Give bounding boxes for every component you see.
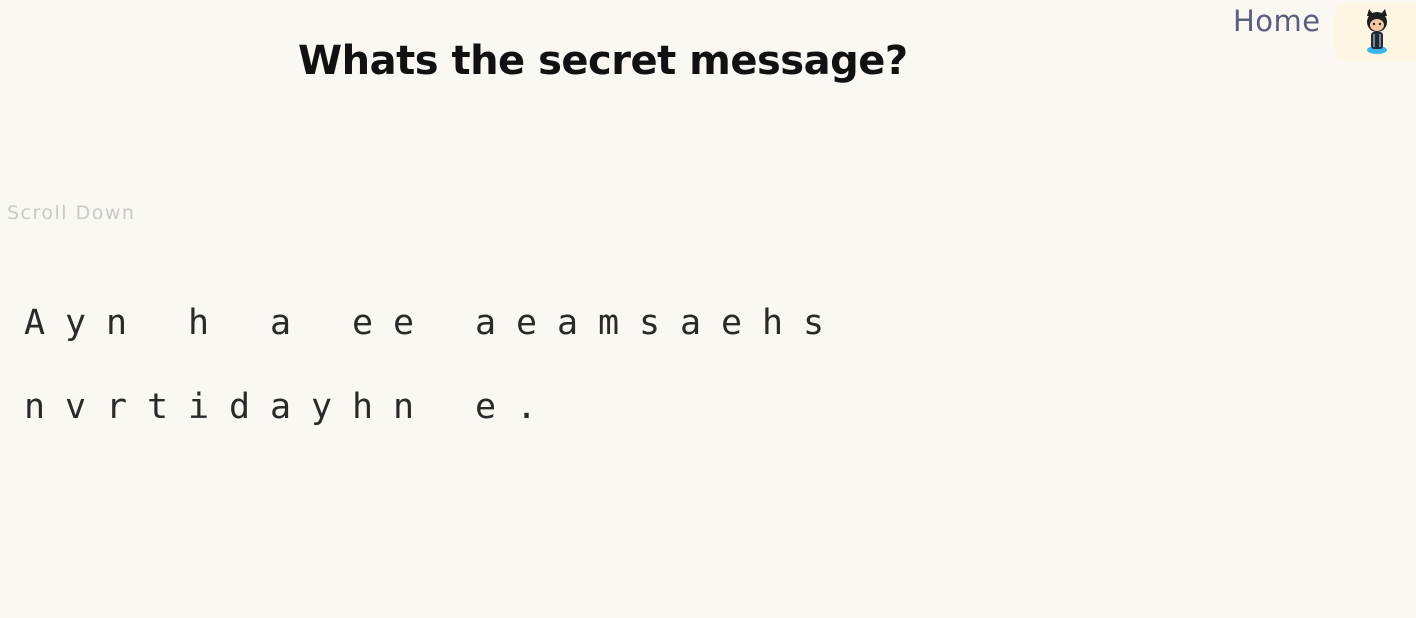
message-letter [301, 296, 342, 350]
message-letter: a [474, 303, 497, 343]
message-letter: A [23, 303, 46, 343]
message-letter [424, 380, 465, 434]
message-letter [137, 296, 178, 350]
scroll-down-hint: Scroll Down [7, 202, 136, 224]
message-letter: n [392, 387, 415, 427]
message-letter: a [269, 303, 292, 343]
octocat-icon [1367, 9, 1387, 54]
message-letter: n [23, 387, 46, 427]
github-octocat-link[interactable] [1334, 3, 1416, 61]
message-letter [219, 296, 260, 350]
message-letter: e [351, 303, 374, 343]
message-letter: e [515, 303, 538, 343]
message-letter: s [802, 303, 825, 343]
message-letter: m [597, 303, 620, 343]
message-letter: y [310, 387, 333, 427]
message-letter: t [146, 387, 169, 427]
secret-message-grid: Aynhaeeaeamsaehsnvrtidayhne. [14, 296, 854, 464]
message-letter [424, 296, 465, 350]
message-letter: e [474, 387, 497, 427]
message-letter: v [64, 387, 87, 427]
message-letter: y [64, 303, 87, 343]
message-letter: i [187, 387, 210, 427]
message-letter: h [351, 387, 374, 427]
message-row: nvrtidayhne. [14, 380, 854, 464]
message-letter: h [761, 303, 784, 343]
message-letter: h [187, 303, 210, 343]
message-row: Aynhaeeaeamsaehs [14, 296, 854, 380]
message-letter: a [556, 303, 579, 343]
message-letter: a [269, 387, 292, 427]
message-letter: n [105, 303, 128, 343]
message-letter: . [515, 387, 538, 427]
home-link[interactable]: Home [1233, 4, 1321, 38]
message-letter: s [638, 303, 661, 343]
message-letter: a [679, 303, 702, 343]
message-letter: e [392, 303, 415, 343]
page-title: Whats the secret message? [298, 38, 908, 84]
message-letter: d [228, 387, 251, 427]
message-letter: e [720, 303, 743, 343]
message-letter: r [105, 387, 128, 427]
